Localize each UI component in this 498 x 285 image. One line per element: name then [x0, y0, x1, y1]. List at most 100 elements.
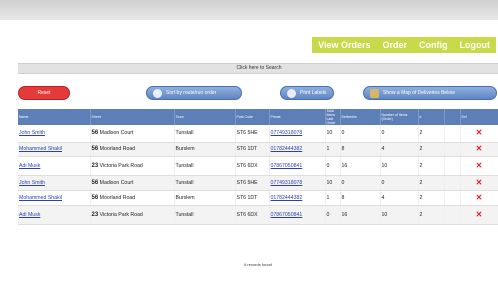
number-of-items-cell: 0	[380, 175, 419, 191]
table-row: John Smith 56 Madison Court Tunstall ST6 5H…	[18, 175, 498, 191]
col-header-phone: Phone	[269, 109, 326, 125]
town-cell: Tunstall	[174, 205, 236, 225]
printer-icon	[287, 88, 296, 98]
deliveries-cell: 8	[340, 190, 381, 206]
main-nav: View Orders Order Config Logout	[312, 37, 496, 53]
search-label: Click here to Search	[236, 65, 282, 71]
phone-link[interactable]: 07749318078	[271, 130, 303, 136]
sequence-cell: 2	[418, 205, 445, 225]
phone-cell: 07867050841	[269, 205, 326, 225]
col-header-: #	[418, 109, 445, 125]
delete-icon[interactable]: ✕	[460, 190, 498, 206]
street-name: Victoria Park Road	[99, 162, 143, 169]
customer-name-link[interactable]: John Smith	[19, 180, 45, 186]
sort-button[interactable]: Sort by route/run order	[146, 86, 242, 100]
customer-name-link[interactable]: John Smith	[19, 130, 45, 136]
show-map-button[interactable]: Show a Map of Deliveries Below	[363, 86, 497, 100]
phone-link[interactable]: 07867050841	[271, 163, 303, 169]
col-header-town: Town	[174, 109, 236, 125]
items-last-order-cell: 0	[325, 156, 341, 176]
nav-logout[interactable]: Logout	[454, 37, 497, 53]
customer-name-cell: Adi Musk	[18, 156, 91, 176]
phone-link[interactable]: 01782444382	[271, 146, 303, 152]
phone-link[interactable]: 07867050841	[271, 212, 303, 218]
deliveries-cell: 16	[340, 205, 381, 225]
street-name: Madison Court	[99, 130, 134, 137]
table-header-row: Name Street Town Post Code Phone Total Items …	[18, 109, 498, 125]
deliveries-cell: 8	[340, 142, 381, 157]
blank-cell	[444, 205, 461, 225]
postcode-cell: ST6 1DT	[235, 142, 270, 157]
number-of-items-cell: 4	[380, 142, 419, 157]
address-cell: 56 Moorland Road	[90, 190, 175, 206]
table-row: Mohammed Shakil 56 Moorland Road Burslem ST…	[18, 142, 498, 157]
customer-name-link[interactable]: Adi Musk	[19, 163, 40, 169]
address-cell: 23 Victoria Park Road	[90, 156, 175, 176]
print-labels-button[interactable]: Print Labels	[280, 86, 334, 100]
blank-cell	[444, 156, 461, 176]
house-number: 56	[91, 146, 99, 152]
street-name: Victoria Park Road	[99, 211, 143, 218]
table-row: Adi Musk 23 Victoria Park Road Tunstall ST6…	[18, 156, 498, 176]
col-header-number-of-items-order: Number of Items (Order)	[380, 109, 419, 125]
postcode-cell: ST6 5HE	[235, 125, 270, 143]
blank-cell	[444, 175, 461, 191]
search-bar[interactable]: Click here to Search	[18, 63, 498, 74]
col-header-total-items-last-order: Total Items Last Order	[325, 109, 341, 125]
record-count: 6 records found	[244, 262, 272, 267]
blank-cell	[444, 190, 461, 206]
address-cell: 23 Victoria Park Road	[90, 205, 175, 225]
nav-view-orders[interactable]: View Orders	[312, 37, 376, 53]
address-cell: 56 Moorland Road	[90, 142, 175, 157]
table-row: Mohammed Shakil 56 Moorland Road Burslem ST…	[18, 190, 498, 206]
postcode-cell: ST6 6DX	[235, 156, 270, 176]
customer-name-link[interactable]: Mohammed Shakil	[19, 195, 62, 201]
town-cell: Burslem	[174, 142, 236, 157]
blank-cell	[444, 142, 461, 157]
house-number: 56	[91, 179, 99, 186]
customer-name-cell: John Smith	[18, 175, 91, 191]
orders-table: Name Street Town Post Code Phone Total Items …	[18, 109, 498, 225]
nav-config[interactable]: Config	[413, 37, 454, 53]
delete-icon[interactable]: ✕	[460, 175, 498, 191]
table-row: Adi Musk 23 Victoria Park Road Tunstall ST6…	[18, 205, 498, 225]
number-of-items-cell: 10	[380, 156, 419, 176]
col-header-name: Name	[18, 109, 91, 125]
reset-button[interactable]: Reset	[18, 86, 70, 100]
postcode-cell: ST6 5HE	[235, 175, 270, 191]
items-last-order-cell: 1	[325, 190, 341, 206]
phone-cell: 01782444382	[269, 142, 326, 157]
phone-cell: 07867050841	[269, 156, 326, 176]
col-header-deliveries: Deliveries	[340, 109, 381, 125]
house-number: 56	[91, 130, 99, 137]
delete-icon[interactable]: ✕	[460, 142, 498, 157]
items-last-order-cell: 10	[325, 125, 341, 143]
address-cell: 56 Madison Court	[90, 175, 175, 191]
delete-icon[interactable]: ✕	[460, 205, 498, 225]
customer-name-cell: Adi Musk	[18, 205, 91, 225]
phone-link[interactable]: 07749318078	[271, 180, 303, 186]
phone-cell: 07749318078	[269, 175, 326, 191]
col-header-street: Street	[90, 109, 175, 125]
phone-cell: 07749318078	[269, 125, 326, 143]
sequence-cell: 2	[418, 125, 445, 143]
deliveries-cell: 0	[340, 125, 381, 143]
address-cell: 56 Madison Court	[90, 125, 175, 143]
blank-cell	[444, 125, 461, 143]
sequence-cell: 2	[418, 190, 445, 206]
customer-name-link[interactable]: Mohammed Shakil	[19, 146, 62, 152]
customer-name-link[interactable]: Adi Musk	[19, 212, 40, 218]
map-label: Show a Map of Deliveries Below	[383, 90, 455, 96]
town-cell: Tunstall	[174, 125, 236, 143]
delete-icon[interactable]: ✕	[460, 156, 498, 176]
col-header-post-code: Post Code	[235, 109, 270, 125]
deliveries-cell: 0	[340, 175, 381, 191]
print-label: Print Labels	[300, 90, 327, 96]
postcode-cell: ST6 6DX	[235, 205, 270, 225]
house-number: 23	[91, 211, 99, 218]
phone-link[interactable]: 01782444382	[271, 195, 303, 201]
number-of-items-cell: 10	[380, 205, 419, 225]
town-cell: Tunstall	[174, 156, 236, 176]
nav-order[interactable]: Order	[376, 37, 413, 53]
delete-icon[interactable]: ✕	[460, 125, 498, 143]
